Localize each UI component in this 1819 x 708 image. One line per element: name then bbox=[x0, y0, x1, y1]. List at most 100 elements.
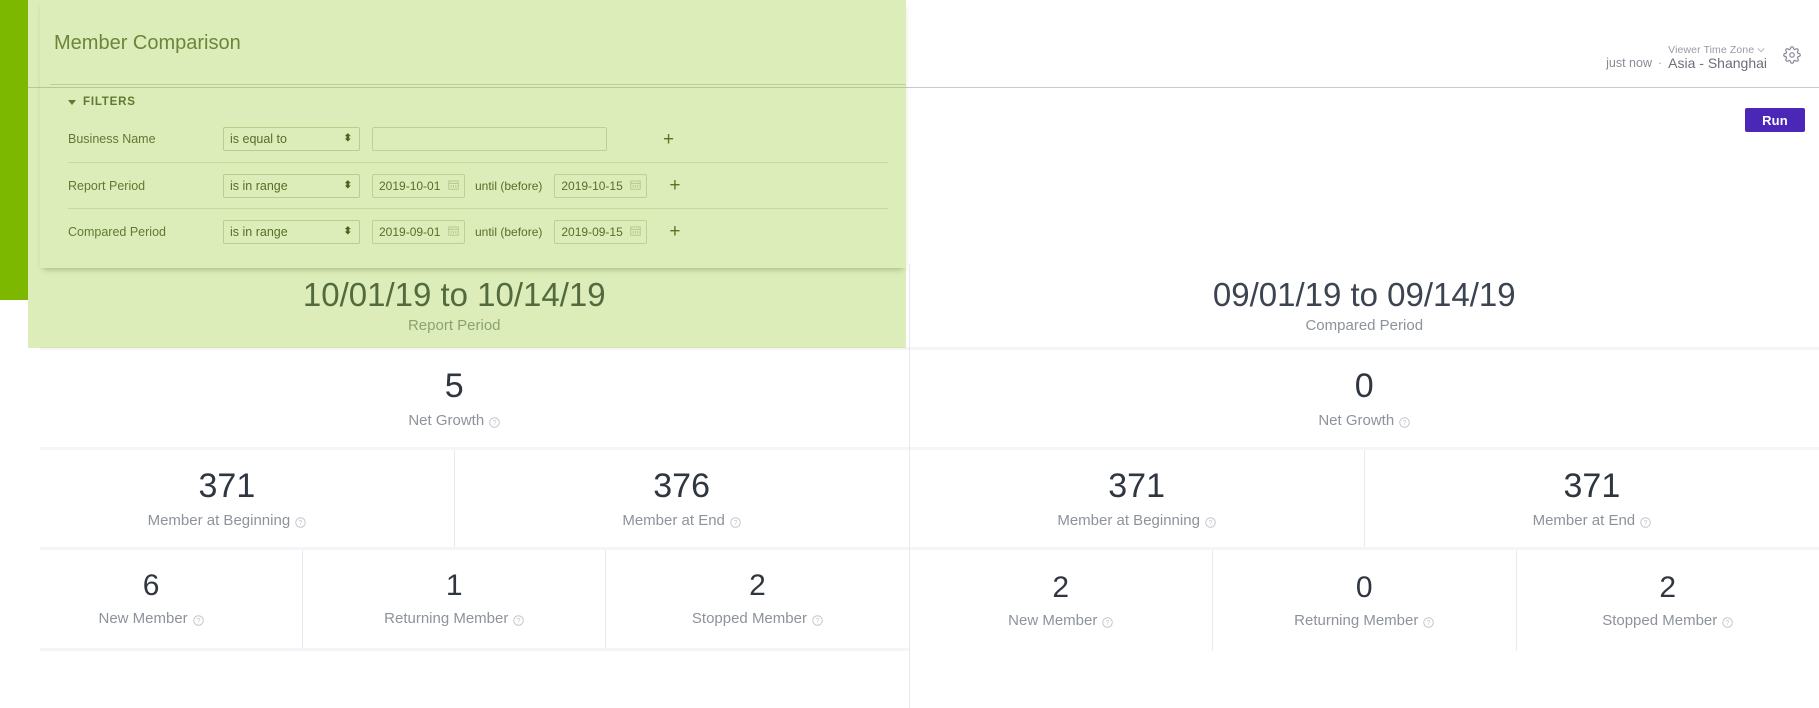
svg-text:?: ? bbox=[1209, 519, 1213, 526]
filter-operator-value: is in range bbox=[230, 178, 288, 193]
metric-label-wrap: Member at End ? bbox=[622, 512, 741, 529]
chevron-down-icon[interactable] bbox=[1757, 46, 1765, 54]
metric-label: Net Growth bbox=[1318, 411, 1395, 429]
filter-value-input[interactable] bbox=[372, 127, 607, 151]
filter-operator-select[interactable]: is in range ⬍ bbox=[223, 173, 360, 198]
timezone-label: Viewer Time Zone bbox=[1668, 43, 1755, 56]
calendar-icon[interactable] bbox=[630, 179, 641, 193]
metric-value: 371 bbox=[198, 466, 256, 505]
svg-text:?: ? bbox=[517, 618, 521, 625]
help-circle-icon[interactable]: ? bbox=[192, 613, 204, 626]
run-button[interactable]: Run bbox=[1745, 108, 1805, 132]
until-label: until (before) bbox=[475, 178, 543, 193]
metric-value: 6 bbox=[142, 569, 160, 602]
metric-value: 1 bbox=[445, 569, 463, 602]
updown-arrows-icon: ⬍ bbox=[343, 133, 352, 144]
filter-start-date[interactable]: 2019-10-01 bbox=[372, 173, 465, 198]
add-filter-button[interactable]: + bbox=[663, 130, 674, 149]
filter-row-business-name: Business Name is equal to ⬍ + bbox=[68, 116, 888, 162]
timezone-selector[interactable]: Viewer Time Zone Asia - Shanghai bbox=[1668, 43, 1767, 70]
filter-start-date[interactable]: 2019-09-01 bbox=[372, 219, 465, 244]
svg-text:?: ? bbox=[1644, 519, 1648, 526]
end-date-value: 2019-09-15 bbox=[561, 224, 623, 239]
svg-text:?: ? bbox=[733, 519, 737, 526]
compared-period-header: 09/01/19 to 09/14/19 Compared Period bbox=[910, 264, 1819, 347]
metric-label-wrap: New Member ? bbox=[98, 610, 204, 627]
help-circle-icon[interactable]: ? bbox=[513, 613, 525, 626]
metric-value: 0 bbox=[1354, 366, 1374, 405]
header-right-controls: just now · Viewer Time Zone Asia - Shang… bbox=[1606, 44, 1805, 70]
help-circle-icon[interactable]: ? bbox=[1640, 515, 1651, 528]
metric-compared-new-member[interactable]: 2 New Member ? bbox=[910, 550, 1213, 651]
svg-text:?: ? bbox=[1106, 619, 1110, 626]
calendar-icon[interactable] bbox=[448, 225, 459, 239]
help-circle-icon[interactable]: ? bbox=[1423, 615, 1435, 628]
filter-operator-value: is in range bbox=[230, 224, 288, 239]
report-period-subtitle: Report Period bbox=[407, 317, 501, 335]
filter-end-date[interactable]: 2019-09-15 bbox=[554, 219, 648, 244]
start-date-value: 2019-09-01 bbox=[379, 224, 441, 239]
settings-button[interactable] bbox=[1779, 44, 1805, 70]
svg-text:?: ? bbox=[493, 419, 497, 426]
help-circle-icon[interactable]: ? bbox=[730, 515, 741, 528]
metric-value: 371 bbox=[1563, 466, 1621, 505]
metric-label-wrap: Member at End ? bbox=[1533, 512, 1652, 529]
compared-period-panel: 09/01/19 to 09/14/19 Compared Period 0 N… bbox=[909, 264, 1819, 708]
panel-divider bbox=[50, 84, 906, 85]
report-period-header: 10/01/19 to 10/14/19 Report Period bbox=[0, 264, 909, 347]
metric-label-wrap: Net Growth ? bbox=[1318, 412, 1410, 429]
help-circle-icon[interactable]: ? bbox=[1205, 515, 1216, 528]
help-circle-icon[interactable]: ? bbox=[295, 515, 306, 528]
timezone-block[interactable]: just now · Viewer Time Zone Asia - Shang… bbox=[1606, 43, 1767, 70]
filter-operator-select[interactable]: is in range ⬍ bbox=[223, 219, 360, 244]
metric-report-member-at-beginning[interactable]: 371 Member at Beginning ? bbox=[0, 450, 455, 547]
metric-value: 376 bbox=[653, 466, 710, 505]
help-circle-icon[interactable]: ? bbox=[489, 415, 500, 428]
compared-period-header-row: 09/01/19 to 09/14/19 Compared Period bbox=[909, 264, 1819, 350]
help-circle-icon[interactable]: ? bbox=[812, 613, 823, 626]
filter-row-compared-period: Compared Period is in range ⬍ 2019-09-01… bbox=[68, 208, 888, 254]
metric-report-net-growth[interactable]: 5 Net Growth ? bbox=[0, 350, 909, 447]
add-filter-button[interactable]: + bbox=[669, 222, 680, 241]
metric-report-member-at-end[interactable]: 376 Member at End ? bbox=[455, 450, 909, 547]
calendar-icon[interactable] bbox=[630, 225, 641, 239]
header-separator: · bbox=[1657, 55, 1663, 70]
svg-text:?: ? bbox=[1427, 619, 1431, 626]
calendar-icon[interactable] bbox=[448, 179, 459, 193]
metric-report-returning-member[interactable]: 1 Returning Member ? bbox=[303, 550, 607, 648]
metric-compared-member-at-beginning[interactable]: 371 Member at Beginning ? bbox=[910, 450, 1365, 547]
metric-compared-net-growth[interactable]: 0 Net Growth ? bbox=[910, 350, 1819, 447]
report-period-panel: 10/01/19 to 10/14/19 Report Period 5 Net… bbox=[0, 264, 910, 708]
metric-report-stopped-member[interactable]: 2 Stopped Member ? bbox=[606, 550, 908, 648]
last-run-time: just now bbox=[1606, 55, 1652, 70]
filter-end-date[interactable]: 2019-10-15 bbox=[554, 173, 648, 198]
add-filter-button[interactable]: + bbox=[669, 176, 680, 195]
metric-compared-member-at-end[interactable]: 371 Member at End ? bbox=[1365, 450, 1819, 547]
compared-period-range: 09/01/19 to 09/14/19 bbox=[1212, 275, 1516, 313]
metric-label-wrap: Returning Member ? bbox=[1294, 612, 1435, 629]
filter-label: Compared Period bbox=[68, 224, 166, 239]
help-circle-icon[interactable]: ? bbox=[1102, 615, 1114, 628]
updown-arrows-icon: ⬍ bbox=[343, 179, 352, 191]
filter-label: Business Name bbox=[68, 132, 156, 146]
metric-label: Member at End bbox=[1532, 511, 1636, 529]
filter-operator-select[interactable]: is equal to ⬍ bbox=[223, 127, 360, 151]
help-circle-icon[interactable]: ? bbox=[1399, 415, 1410, 428]
svg-text:?: ? bbox=[816, 618, 820, 625]
filters-toggle[interactable]: FILTERS bbox=[68, 96, 136, 108]
help-circle-icon[interactable]: ? bbox=[1722, 615, 1734, 628]
metric-label: Member at Beginning bbox=[1057, 511, 1200, 529]
metric-label: Member at Beginning bbox=[147, 511, 291, 529]
report-members-row: 371 Member at Beginning ? 376 Member at … bbox=[0, 450, 909, 550]
metric-label: Stopped Member bbox=[691, 610, 807, 627]
metric-label-wrap: Returning Member ? bbox=[384, 610, 525, 627]
results-grid: 10/01/19 to 10/14/19 Report Period 5 Net… bbox=[0, 264, 1819, 708]
metric-label-wrap: Net Growth ? bbox=[408, 412, 500, 429]
metric-compared-stopped-member[interactable]: 2 Stopped Member ? bbox=[1517, 550, 1819, 651]
svg-text:?: ? bbox=[1726, 619, 1730, 626]
until-label: until (before) bbox=[475, 224, 543, 239]
metric-compared-returning-member[interactable]: 0 Returning Member ? bbox=[1213, 550, 1517, 651]
metric-report-new-member[interactable]: 6 New Member ? bbox=[0, 550, 304, 648]
filter-row-report-period: Report Period is in range ⬍ 2019-10-01 u… bbox=[68, 162, 888, 208]
report-flow-row: 6 New Member ? 1 Returning Member ? 2 St… bbox=[0, 550, 909, 651]
